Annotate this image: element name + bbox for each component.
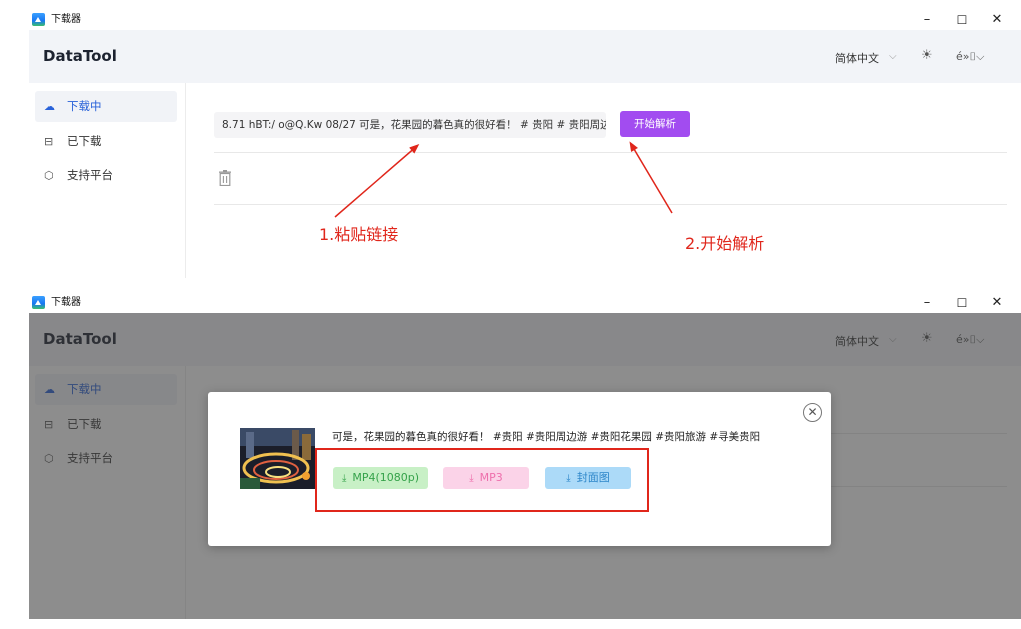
video-thumbnail [240,428,315,489]
minimize-button[interactable]: – [912,294,942,312]
annotation-step1: 1.粘贴链接 [319,225,399,244]
app-window-step2: 下载器 – ☐ ✕ DataTool 简体中文 ⌵ ☀ é»⌷⌵ ☁ 下载中 ⊟… [29,293,1021,619]
annotation-step2: 2.开始解析 [685,234,765,253]
video-title: 可是，花果园的暮色真的很好看！ #贵阳 #贵阳周边游 #贵阳花果园 #贵阳旅游 … [332,431,761,443]
title-bar: 下载器 – ☐ ✕ [29,293,1021,313]
app-window-step1: 下载器 – ☐ ✕ DataTool 简体中文 ⌵ ☀ é»⌷⌵ ☁ 下载中 ⊟… [29,10,1021,278]
window-title: 下载器 [51,297,81,308]
download-options-dialog: ✕ 可是，花果园的暮色真的很好看！ #贵阳 #贵阳周边游 #贵阳花果园 #贵阳旅… [208,392,831,546]
app-logo-icon [32,296,45,309]
close-icon[interactable]: ✕ [803,403,822,422]
maximize-button[interactable]: ☐ [947,294,977,312]
annotation-arrows [334,141,673,218]
close-window-button[interactable]: ✕ [982,294,1012,312]
arrow-to-input [334,144,420,218]
arrow-to-parse-button [629,141,673,214]
highlight-box [315,448,649,512]
